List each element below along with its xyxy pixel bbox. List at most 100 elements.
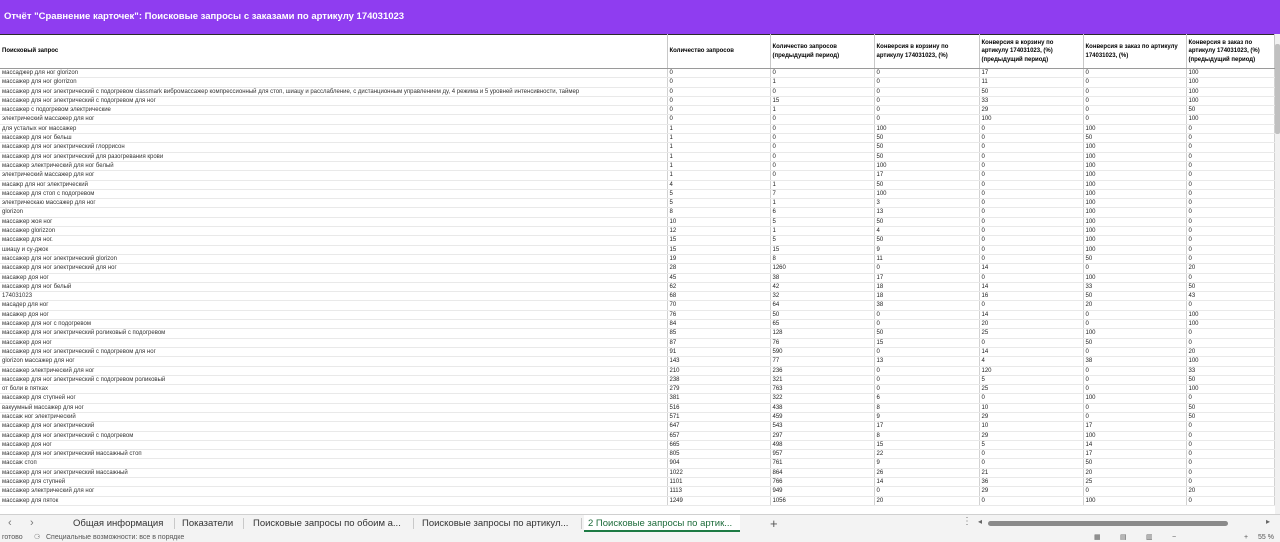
value-cell[interactable]: 322 <box>770 393 875 404</box>
value-cell[interactable]: 0 <box>979 273 1084 283</box>
query-cell[interactable]: массажер для ног. <box>0 235 668 246</box>
query-cell[interactable]: массажер для ног электрический <box>0 421 668 432</box>
value-cell[interactable]: 0 <box>1083 347 1187 358</box>
value-cell[interactable]: 949 <box>770 486 875 497</box>
value-cell[interactable]: 0 <box>979 300 1084 311</box>
value-cell[interactable]: 0 <box>1083 319 1187 330</box>
value-cell[interactable]: 0 <box>979 393 1084 404</box>
value-cell[interactable]: 100 <box>1083 189 1187 200</box>
query-cell[interactable]: массажер для ног белый <box>0 282 668 293</box>
value-cell[interactable]: 8 <box>770 254 875 265</box>
query-cell[interactable]: массажер glorizzon <box>0 226 668 237</box>
value-cell[interactable]: 25 <box>1083 477 1187 488</box>
value-cell[interactable]: 0 <box>1083 310 1187 321</box>
value-cell[interactable]: 20 <box>1186 347 1275 358</box>
value-cell[interactable]: 0 <box>770 161 875 172</box>
value-cell[interactable]: 1 <box>770 180 875 190</box>
query-cell[interactable]: массажер для пяток <box>0 496 668 506</box>
value-cell[interactable]: 0 <box>1186 449 1275 460</box>
value-cell[interactable]: 0 <box>1186 300 1275 311</box>
value-cell[interactable]: 15 <box>874 440 980 451</box>
value-cell[interactable]: 904 <box>667 458 771 469</box>
query-cell[interactable]: массажер для ног электрический с подогре… <box>0 87 668 97</box>
value-cell[interactable]: 9 <box>874 458 980 469</box>
value-cell[interactable]: 1 <box>667 152 771 162</box>
value-cell[interactable]: 0 <box>1186 170 1275 181</box>
value-cell[interactable]: 0 <box>979 458 1084 469</box>
zoom-level[interactable]: 55 % <box>1258 533 1274 542</box>
column-header[interactable]: Поисковый запрос <box>0 34 668 69</box>
value-cell[interactable]: 0 <box>770 124 875 135</box>
accessibility-status[interactable]: Специальные возможности: все в порядке <box>46 533 184 542</box>
value-cell[interactable]: 0 <box>979 226 1084 237</box>
value-cell[interactable]: 8 <box>874 403 980 414</box>
value-cell[interactable]: 0 <box>1186 477 1275 488</box>
value-cell[interactable]: 0 <box>1186 328 1275 339</box>
value-cell[interactable]: 45 <box>667 273 771 283</box>
value-cell[interactable]: 100 <box>874 124 980 135</box>
value-cell[interactable]: 0 <box>1083 403 1187 414</box>
query-cell[interactable]: glorizon <box>0 207 668 218</box>
value-cell[interactable]: 20 <box>1083 300 1187 311</box>
value-cell[interactable]: 100 <box>1083 142 1187 153</box>
value-cell[interactable]: 38 <box>770 273 875 283</box>
value-cell[interactable]: 4 <box>979 356 1084 367</box>
value-cell[interactable]: 100 <box>1083 198 1187 209</box>
value-cell[interactable]: 0 <box>979 235 1084 246</box>
value-cell[interactable]: 65 <box>770 319 875 330</box>
value-cell[interactable]: 100 <box>1083 170 1187 181</box>
value-cell[interactable]: 50 <box>1186 282 1275 293</box>
query-cell[interactable]: массажер электрический для ног <box>0 366 668 376</box>
horizontal-scrollbar-thumb[interactable] <box>988 521 1228 526</box>
value-cell[interactable]: 0 <box>1083 412 1187 423</box>
query-cell[interactable]: массажер доя ног <box>0 338 668 348</box>
value-cell[interactable]: 14 <box>1083 440 1187 451</box>
value-cell[interactable]: 0 <box>874 384 980 395</box>
value-cell[interactable]: 0 <box>1186 431 1275 441</box>
page-break-icon[interactable]: ▥ <box>1146 533 1153 542</box>
value-cell[interactable]: 0 <box>979 207 1084 218</box>
value-cell[interactable]: 100 <box>1083 180 1187 190</box>
value-cell[interactable]: 50 <box>979 87 1084 97</box>
value-cell[interactable]: 0 <box>1083 384 1187 395</box>
value-cell[interactable]: 4 <box>874 226 980 237</box>
query-cell[interactable]: массажер для ног glorrizon <box>0 77 668 88</box>
value-cell[interactable]: 957 <box>770 449 875 460</box>
value-cell[interactable]: 18 <box>874 282 980 293</box>
value-cell[interactable]: 0 <box>1083 114 1187 125</box>
value-cell[interactable]: 1 <box>770 105 875 116</box>
value-cell[interactable]: 100 <box>1083 207 1187 218</box>
value-cell[interactable]: 381 <box>667 393 771 404</box>
query-cell[interactable]: массажер для ног электрический с подогре… <box>0 431 668 441</box>
value-cell[interactable]: 15 <box>770 245 875 255</box>
value-cell[interactable]: 12 <box>667 226 771 237</box>
value-cell[interactable]: 0 <box>770 152 875 162</box>
value-cell[interactable]: 13 <box>874 356 980 367</box>
next-sheet-icon[interactable]: › <box>30 517 34 529</box>
query-cell[interactable]: массаж ног электрический <box>0 412 668 423</box>
value-cell[interactable]: 9 <box>874 412 980 423</box>
value-cell[interactable]: 10 <box>667 217 771 228</box>
vertical-scrollbar-thumb[interactable] <box>1275 44 1280 134</box>
tab-metrics[interactable]: Показатели <box>178 515 238 532</box>
value-cell[interactable]: 236 <box>770 366 875 376</box>
value-cell[interactable]: 3 <box>874 198 980 209</box>
value-cell[interactable]: 100 <box>1083 496 1187 506</box>
value-cell[interactable]: 100 <box>1083 393 1187 404</box>
normal-view-icon[interactable]: ▦ <box>1094 533 1101 542</box>
value-cell[interactable]: 76 <box>770 338 875 348</box>
value-cell[interactable]: 279 <box>667 384 771 395</box>
value-cell[interactable]: 100 <box>1186 87 1275 97</box>
query-cell[interactable]: массажер для стоп с подогревом <box>0 189 668 200</box>
value-cell[interactable]: 1113 <box>667 486 771 497</box>
value-cell[interactable]: 0 <box>1186 207 1275 218</box>
horizontal-scrollbar[interactable]: ◂ ▸ <box>978 517 1270 527</box>
value-cell[interactable]: 0 <box>1186 189 1275 200</box>
value-cell[interactable]: 0 <box>979 133 1084 144</box>
value-cell[interactable]: 100 <box>1186 384 1275 395</box>
value-cell[interactable]: 100 <box>1186 77 1275 88</box>
value-cell[interactable]: 0 <box>770 170 875 181</box>
query-cell[interactable]: массажер электрический для ног <box>0 486 668 497</box>
value-cell[interactable]: 0 <box>667 114 771 125</box>
value-cell[interactable]: 590 <box>770 347 875 358</box>
